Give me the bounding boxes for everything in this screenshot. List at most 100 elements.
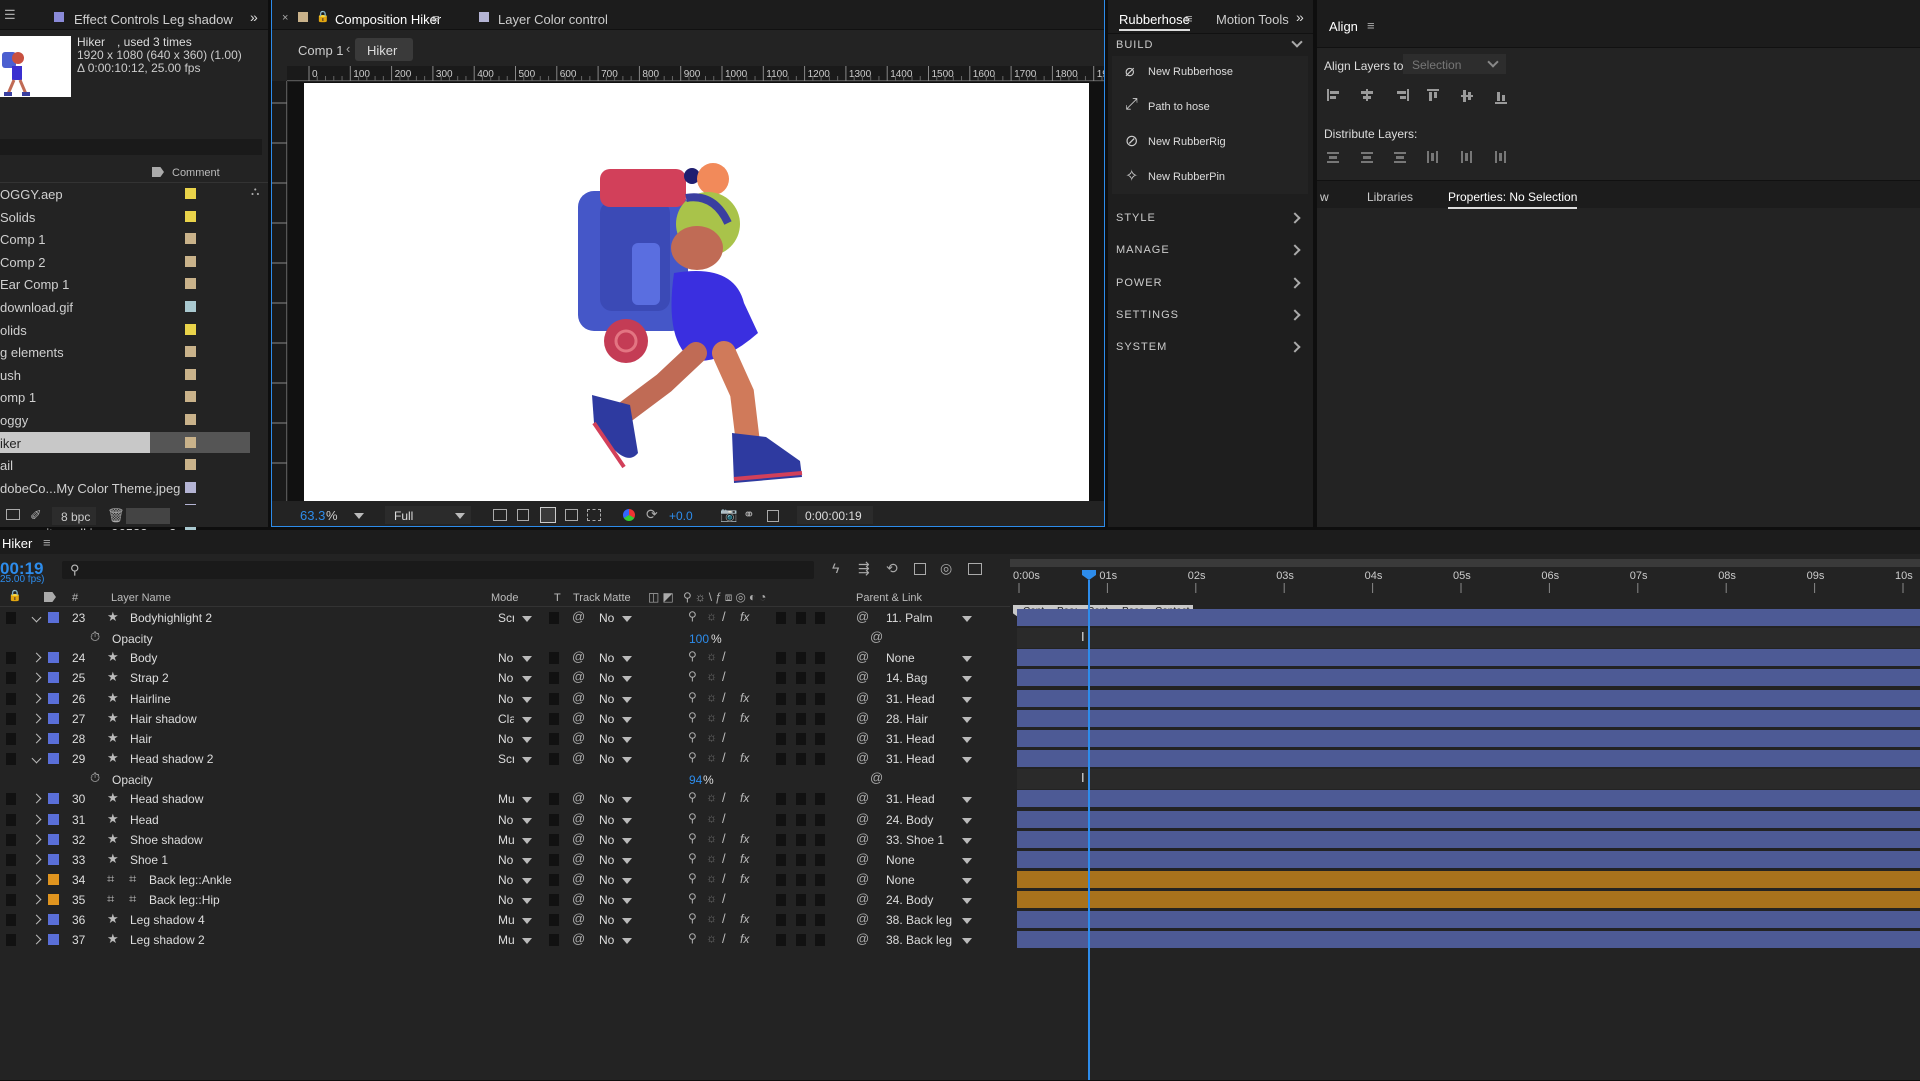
tool-path-to-hose[interactable]: Path to hose (1148, 101, 1210, 113)
av-toggle[interactable] (6, 894, 16, 907)
pickwhip-icon[interactable]: @ (856, 790, 869, 805)
layer-label-color[interactable] (48, 853, 59, 865)
layer-name[interactable]: Leg shadow 2 (130, 933, 205, 947)
av-toggle[interactable] (6, 652, 16, 665)
shy-switch-icon[interactable]: ⚲ (688, 811, 697, 825)
layer-row[interactable]: 25 ★ Strap 2 No @ No ⚲ ☼ / @ 14. Bag (0, 668, 1010, 688)
collapse-switch-icon[interactable]: ☼ (706, 871, 717, 885)
section-system[interactable]: SYSTEM (1108, 334, 1313, 360)
project-item[interactable]: ail (0, 454, 262, 475)
project-item[interactable]: Solids (0, 206, 262, 227)
section-style[interactable]: STYLE (1108, 205, 1313, 231)
parent-chevron-icon[interactable] (962, 857, 972, 864)
matte-chevron-icon[interactable] (622, 616, 632, 622)
layer-row[interactable]: 29 ★ Head shadow 2 Scr @ No ⚲ ☼ / fx @ 3… (0, 749, 1010, 769)
collapse-switch-icon[interactable]: ☼ (706, 609, 717, 623)
layer-matte[interactable]: No (599, 651, 614, 665)
fast-previews-icon[interactable] (493, 509, 507, 521)
color-management-icon[interactable]: ⟳ (646, 506, 658, 523)
layer-matte[interactable]: No (599, 913, 614, 927)
matte-chevron-icon[interactable] (622, 938, 632, 945)
av-toggle[interactable] (6, 813, 16, 826)
av-toggle[interactable] (6, 934, 16, 947)
switch-box[interactable] (776, 934, 786, 947)
parent-chevron-icon[interactable] (962, 716, 972, 723)
pickwhip-icon[interactable]: @ (856, 609, 869, 624)
layer-mode[interactable]: No (498, 692, 514, 706)
layer-label-color[interactable] (48, 692, 59, 704)
switch-box[interactable] (776, 813, 786, 826)
preserve-transparency[interactable] (549, 712, 559, 725)
av-toggle[interactable] (6, 692, 16, 705)
preserve-transparency[interactable] (549, 914, 559, 927)
draft-3d-icon[interactable]: ϟ (832, 560, 839, 576)
label-color-swatch[interactable] (185, 368, 196, 380)
switch-box[interactable] (776, 612, 786, 624)
preserve-transparency[interactable] (549, 873, 559, 886)
mask-visibility-icon[interactable] (540, 507, 556, 523)
preserve-transparency[interactable] (549, 692, 559, 705)
pickwhip-icon[interactable]: @ (856, 831, 869, 846)
switch-box[interactable] (796, 612, 806, 624)
pickwhip-icon[interactable]: @ (856, 811, 869, 826)
collapse-switch-icon[interactable]: ☼ (706, 931, 717, 945)
timeline-search-input[interactable]: ⚲ (62, 561, 814, 579)
switch-box[interactable] (796, 692, 806, 705)
comp-canvas-area[interactable] (288, 82, 1104, 501)
layer-row[interactable]: 32 ★ Shoe shadow Mu @ No ⚲ ☼ / fx @ 33. … (0, 830, 1010, 850)
switch-box[interactable] (796, 833, 806, 846)
project-item[interactable]: iker (0, 431, 262, 453)
mode-chevron-icon[interactable] (522, 676, 532, 683)
layer-parent[interactable]: 31. Head (886, 692, 935, 706)
fx-icon[interactable]: fx (740, 691, 749, 705)
parent-chevron-icon[interactable] (962, 696, 972, 703)
collapse-switch-icon[interactable]: ☼ (706, 851, 717, 865)
switch-box[interactable] (796, 672, 806, 685)
align-menu-icon[interactable]: ≡ (1367, 18, 1375, 33)
quality-switch-icon[interactable]: / (722, 710, 726, 725)
section-power[interactable]: POWER (1108, 270, 1313, 296)
layer-name[interactable]: Bodyhighlight 2 (130, 611, 212, 625)
layer-parent[interactable]: 31. Head (886, 752, 935, 766)
layer-parent[interactable]: None (886, 651, 915, 665)
layer-parent[interactable]: 31. Head (886, 732, 935, 746)
shy-switch-icon[interactable]: ⚲ (688, 750, 697, 764)
layer-mode[interactable]: No (498, 671, 514, 685)
layer-label-color[interactable] (48, 672, 59, 684)
switch-box[interactable] (796, 732, 806, 745)
frame-blending-icon[interactable]: ⟲ (886, 560, 898, 577)
switch-box[interactable] (776, 712, 786, 725)
collapse-switch-icon[interactable]: ☼ (706, 811, 717, 825)
timeline-menu-icon[interactable]: ≡ (43, 535, 51, 550)
expand-chevron-icon[interactable] (31, 854, 42, 865)
align-to-value[interactable]: Selection (1412, 58, 1461, 72)
shy-switch-icon[interactable]: ⚲ (688, 609, 697, 623)
shy-switch-icon[interactable]: ⚲ (688, 891, 697, 905)
fx-icon[interactable]: fx (740, 610, 749, 624)
collapse-switch-icon[interactable]: ☼ (706, 790, 717, 804)
thumb-name[interactable]: Hiker (77, 35, 105, 49)
layer-label-color[interactable] (48, 732, 59, 744)
expression-pickwhip-icon[interactable]: @ (870, 629, 883, 644)
layer-duration-bar[interactable] (1017, 669, 1920, 687)
layer-label-color[interactable] (48, 873, 59, 885)
zoom-dropdown-icon[interactable] (354, 513, 364, 519)
switch-box[interactable] (796, 753, 806, 766)
tab-properties[interactable]: Properties: No Selection (1448, 190, 1578, 209)
switch-box[interactable] (796, 873, 806, 886)
layer-matte[interactable]: No (599, 712, 614, 726)
preserve-transparency[interactable] (549, 934, 559, 947)
mode-chevron-icon[interactable] (522, 797, 532, 804)
quality-switch-icon[interactable]: / (722, 831, 726, 846)
expand-chevron-icon[interactable] (31, 753, 42, 764)
fx-icon[interactable]: fx (740, 852, 749, 866)
fx-icon[interactable]: fx (740, 832, 749, 846)
layer-matte[interactable]: No (599, 833, 614, 847)
label-color-swatch[interactable] (185, 278, 196, 290)
label-color-swatch[interactable] (185, 436, 196, 448)
layer-duration-bar[interactable] (1017, 790, 1920, 808)
menu-icon[interactable]: ☰ (4, 7, 16, 23)
av-toggle[interactable] (6, 833, 16, 846)
layer-duration-bar[interactable] (1017, 729, 1920, 747)
layer-mode[interactable]: Mu (498, 833, 514, 847)
